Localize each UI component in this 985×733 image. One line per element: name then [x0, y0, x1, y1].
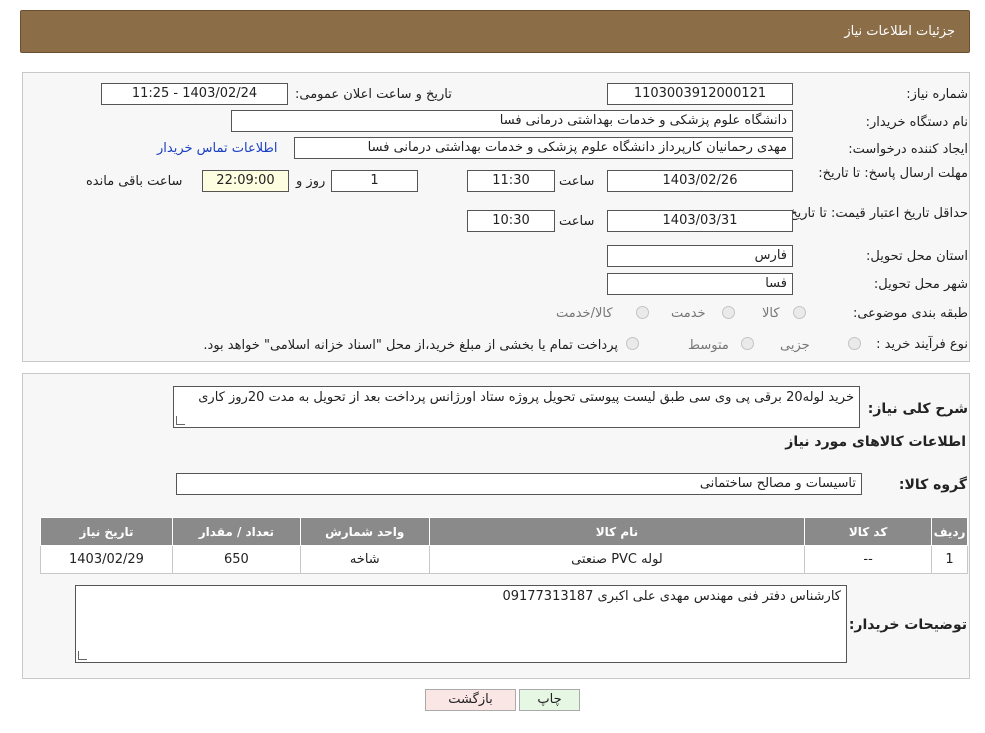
deadline-label: مهلت ارسال پاسخ: تا تاریخ:	[818, 166, 968, 181]
province-field: فارس	[607, 245, 793, 267]
back-button[interactable]: بازگشت	[425, 689, 516, 711]
col-name-header: نام کالا	[428, 517, 806, 546]
category-radio-service[interactable]	[722, 306, 735, 319]
validity-date-field: 1403/03/31	[607, 210, 793, 232]
table-header-row: ردیف کد کالا نام کالا واحد شمارش تعداد /…	[40, 517, 968, 546]
deadline-time-label: ساعت	[559, 174, 595, 189]
col-unit-header: واحد شمارش	[299, 517, 430, 546]
province-label: استان محل تحویل:	[866, 249, 968, 264]
need-number-field: 1103003912000121	[607, 83, 793, 105]
announce-field: 1403/02/24 - 11:25	[101, 83, 288, 105]
col-date-header: تاریخ نیاز	[40, 517, 173, 546]
remaining-time-field: 22:09:00	[202, 170, 289, 192]
cell-row: 1	[931, 545, 968, 574]
goods-table: ردیف کد کالا نام کالا واحد شمارش تعداد /…	[40, 517, 968, 574]
buyer-contact-link[interactable]: اطلاعات تماس خریدار	[157, 141, 277, 156]
announce-label: تاریخ و ساعت اعلان عمومی:	[295, 87, 452, 102]
deadline-time-field: 11:30	[467, 170, 555, 192]
cell-quantity: 650	[171, 545, 301, 574]
category-option-goods: کالا	[762, 306, 780, 321]
buyer-label: نام دستگاه خریدار:	[865, 115, 968, 130]
process-note: پرداخت تمام یا بخشی از مبلغ خرید،از محل …	[203, 338, 618, 353]
resize-grip-icon[interactable]	[176, 416, 185, 425]
col-row-header: ردیف	[931, 517, 968, 546]
deadline-date-field: 1403/02/26	[607, 170, 793, 192]
goods-group-label: گروه کالا:	[898, 477, 967, 493]
treasury-checkbox[interactable]	[626, 337, 639, 350]
col-quantity-header: تعداد / مقدار	[171, 517, 301, 546]
page-title: جزئیات اطلاعات نیاز	[844, 24, 955, 39]
category-option-goods-service: کالا/خدمت	[556, 306, 613, 321]
category-label: طبقه بندی موضوعی:	[852, 306, 968, 321]
print-button[interactable]: چاپ	[519, 689, 580, 711]
table-row: 1 -- لوله PVC صنعتی شاخه 650 1403/02/29	[40, 545, 968, 574]
cell-name: لوله PVC صنعتی	[428, 545, 806, 574]
process-label: نوع فرآیند خرید :	[876, 337, 968, 352]
need-number-label: شماره نیاز:	[906, 87, 968, 102]
remaining-label: ساعت باقی مانده	[86, 174, 183, 189]
process-radio-minor[interactable]	[848, 337, 861, 350]
process-option-minor: جزیی	[780, 338, 810, 353]
process-option-medium: متوسط	[688, 338, 729, 353]
goods-info-title: اطلاعات کالاهای مورد نیاز	[785, 434, 966, 450]
resize-grip-icon[interactable]	[78, 651, 87, 660]
cell-code: --	[804, 545, 933, 574]
category-radio-goods[interactable]	[793, 306, 806, 319]
description-textarea[interactable]: خرید لوله20 برقی پی وی سی طبق لیست پیوست…	[173, 386, 860, 428]
cell-unit: شاخه	[299, 545, 430, 574]
description-label: شرح کلی نیاز:	[867, 401, 968, 417]
buyer-notes-label: توضیحات خریدار:	[848, 617, 967, 633]
process-radio-medium[interactable]	[741, 337, 754, 350]
description-text: خرید لوله20 برقی پی وی سی طبق لیست پیوست…	[198, 390, 854, 405]
validity-label: حداقل تاریخ اعتبار قیمت: تا تاریخ:	[784, 206, 968, 221]
validity-time-label: ساعت	[559, 214, 595, 229]
buyer-field: دانشگاه علوم پزشکی و خدمات بهداشتی درمان…	[231, 110, 793, 132]
col-code-header: کد کالا	[804, 517, 933, 546]
days-label: روز و	[296, 174, 326, 189]
buyer-notes-text: کارشناس دفتر فنی مهندس مهدی علی اکبری 09…	[502, 589, 841, 604]
category-radio-goods-service[interactable]	[636, 306, 649, 319]
city-label: شهر محل تحویل:	[873, 277, 968, 292]
days-field: 1	[331, 170, 418, 192]
cell-date: 1403/02/29	[40, 545, 173, 574]
category-option-service: خدمت	[671, 306, 706, 321]
creator-field: مهدی رحمانیان کارپرداز دانشگاه علوم پزشک…	[294, 137, 793, 159]
goods-group-field: تاسیسات و مصالح ساختمانی	[176, 473, 862, 495]
city-field: فسا	[607, 273, 793, 295]
creator-label: ایجاد کننده درخواست:	[848, 142, 968, 157]
buyer-notes-textarea[interactable]: کارشناس دفتر فنی مهندس مهدی علی اکبری 09…	[75, 585, 847, 663]
validity-time-field: 10:30	[467, 210, 555, 232]
page-header: جزئیات اطلاعات نیاز	[20, 10, 970, 53]
